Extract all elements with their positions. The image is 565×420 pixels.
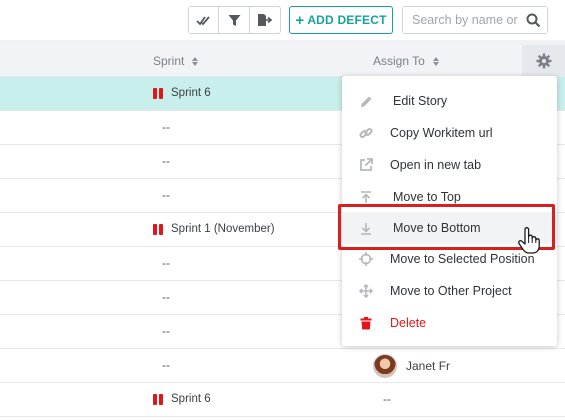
- gear-icon: [536, 53, 551, 69]
- link-icon: [359, 126, 373, 140]
- assignee-cell: --: [383, 392, 391, 406]
- sprint-cell: --: [162, 290, 170, 304]
- sprint-cell: --: [162, 324, 170, 338]
- search-input[interactable]: [403, 7, 521, 33]
- sprint-name: Sprint 6: [171, 87, 211, 99]
- external-link-icon: [359, 158, 373, 172]
- assignee-cell: Janet Fr: [373, 354, 450, 378]
- pencil-icon: [359, 94, 373, 108]
- sprint-cell: Sprint 1 (November): [153, 223, 275, 235]
- double-check-icon: [196, 15, 210, 25]
- sprint-cell: --: [162, 154, 170, 168]
- table-row[interactable]: -- Janet Fr: [0, 349, 565, 383]
- column-settings-button[interactable]: [522, 45, 565, 77]
- menu-item-label: Delete: [390, 316, 427, 330]
- sprint-cell: Sprint 6: [153, 393, 211, 405]
- sprint-cell: --: [162, 120, 170, 134]
- plus-icon: +: [295, 11, 305, 29]
- menu-item-label: Edit Story: [393, 94, 448, 108]
- menu-item-label: Move to Other Project: [390, 284, 512, 298]
- menu-item-open-new-tab[interactable]: Open in new tab: [342, 149, 557, 181]
- sprint-name: Sprint 6: [171, 393, 211, 405]
- avatar: [373, 354, 397, 378]
- column-label: Sprint: [153, 54, 185, 68]
- column-label: Assign To: [373, 54, 425, 68]
- export-icon: [258, 14, 273, 26]
- add-defect-button[interactable]: + ADD DEFECT: [289, 6, 393, 34]
- toolbar: + ADD DEFECT: [0, 0, 565, 40]
- sprint-cell: --: [162, 256, 170, 270]
- filter-icon: [228, 14, 241, 26]
- add-defect-label: ADD DEFECT: [307, 13, 387, 27]
- table-row[interactable]: Sprint 6 --: [0, 383, 565, 417]
- menu-item-edit-story[interactable]: Edit Story: [342, 85, 557, 117]
- menu-item-label: Move to Bottom: [393, 221, 481, 235]
- search-icon[interactable]: [526, 13, 541, 28]
- sprint-cell: --: [162, 358, 170, 372]
- hand-cursor-icon: [518, 227, 540, 254]
- sprint-cell: --: [162, 188, 170, 202]
- arrow-to-bottom-icon: [359, 221, 373, 235]
- menu-item-label: Move to Top: [393, 190, 461, 204]
- menu-item-label: Copy Workitem url: [390, 126, 493, 140]
- menu-item-move-to-top[interactable]: Move to Top: [342, 181, 557, 213]
- double-check-button[interactable]: [189, 7, 220, 33]
- trash-icon: [359, 316, 373, 330]
- sprint-icon: [153, 393, 163, 405]
- filter-button[interactable]: [219, 7, 250, 33]
- menu-item-label: Open in new tab: [390, 158, 482, 172]
- column-header-assign-to[interactable]: Assign To: [373, 54, 439, 68]
- move-arrows-icon: [359, 284, 373, 298]
- sprint-icon: [153, 223, 163, 235]
- assignee-name: Janet Fr: [406, 359, 451, 373]
- export-button[interactable]: [250, 7, 280, 33]
- menu-item-move-to-other-project[interactable]: Move to Other Project: [342, 275, 557, 307]
- crosshair-icon: [359, 252, 373, 266]
- search-box: [402, 6, 548, 34]
- table-header: Sprint Assign To: [0, 45, 565, 77]
- sprint-name: Sprint 1 (November): [171, 223, 275, 235]
- sort-icon[interactable]: [432, 56, 439, 66]
- menu-item-label: Move to Selected Position: [390, 252, 535, 266]
- column-header-sprint[interactable]: Sprint: [153, 54, 199, 68]
- menu-item-copy-workitem-url[interactable]: Copy Workitem url: [342, 117, 557, 149]
- toolbar-button-group: [188, 6, 281, 34]
- sprint-cell: Sprint 6: [153, 87, 211, 99]
- menu-item-delete[interactable]: Delete: [342, 307, 557, 339]
- sort-icon[interactable]: [192, 56, 199, 66]
- row-context-menu: Edit Story Copy Workitem url Open in new…: [342, 76, 557, 346]
- arrow-to-top-icon: [359, 190, 373, 204]
- sprint-icon: [153, 87, 163, 99]
